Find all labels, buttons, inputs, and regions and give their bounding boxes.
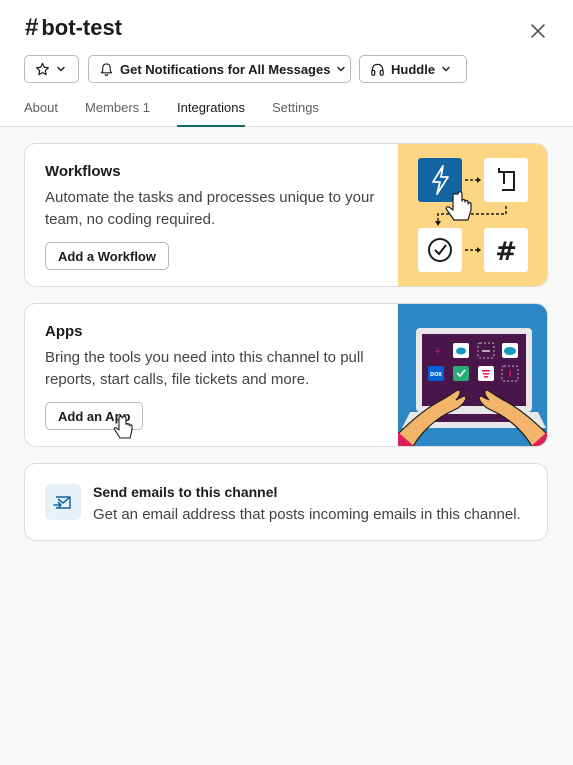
- apps-description: Bring the tools you need into this chann…: [45, 349, 364, 388]
- svg-text:+: +: [434, 347, 442, 357]
- channel-header: # bot-test Get Notifications for All Mes…: [0, 0, 573, 127]
- add-workflow-button[interactable]: Add a Workflow: [45, 242, 169, 270]
- huddle-button[interactable]: Huddle: [359, 55, 467, 83]
- channel-tabs: About Members 1 Integrations Settings: [24, 100, 346, 127]
- app-tile-label: DOX: [430, 372, 442, 378]
- apps-card: Apps Bring the tools you need into this …: [24, 303, 548, 447]
- workflows-card: Workflows Automate the tasks and process…: [24, 143, 548, 287]
- channel-name: bot-test: [41, 15, 123, 40]
- tab-integrations[interactable]: Integrations: [177, 100, 245, 127]
- bell-icon: [100, 62, 113, 76]
- apps-illustration: + DOX: [397, 304, 547, 446]
- chevron-down-icon: [442, 66, 450, 72]
- workflows-content: Workflows Automate the tasks and process…: [45, 163, 385, 231]
- close-icon: [531, 24, 545, 38]
- hand-cursor-icon: [113, 416, 133, 439]
- notifications-label: Get Notifications for All Messages: [120, 61, 331, 77]
- apps-title: Apps: [45, 323, 83, 340]
- workflows-illustration: #: [398, 144, 547, 286]
- channel-hash-icon: #: [25, 14, 39, 41]
- chevron-down-icon: [57, 66, 65, 72]
- chevron-down-icon: [337, 66, 346, 72]
- tab-about[interactable]: About: [24, 100, 58, 127]
- workflows-title: Workflows: [45, 163, 121, 180]
- channel-title: # bot-test: [25, 14, 122, 42]
- tab-members[interactable]: Members 1: [85, 100, 150, 127]
- channel-step-symbol: #: [495, 237, 517, 267]
- star-button[interactable]: [24, 55, 79, 83]
- workflows-description: Automate the tasks and processes unique …: [45, 189, 375, 228]
- email-icon: [45, 484, 81, 520]
- email-card[interactable]: Send emails to this channel Get an email…: [24, 463, 548, 541]
- headphones-icon: [371, 63, 384, 76]
- email-description: Get an email address that posts incoming…: [93, 506, 521, 523]
- apps-content: Apps Bring the tools you need into this …: [45, 323, 385, 391]
- close-button[interactable]: [525, 18, 551, 44]
- star-icon: [35, 62, 50, 75]
- huddle-label: Huddle: [391, 61, 436, 77]
- notifications-button[interactable]: Get Notifications for All Messages: [88, 55, 351, 83]
- email-title: Send emails to this channel: [93, 484, 278, 500]
- tab-settings[interactable]: Settings: [272, 100, 319, 127]
